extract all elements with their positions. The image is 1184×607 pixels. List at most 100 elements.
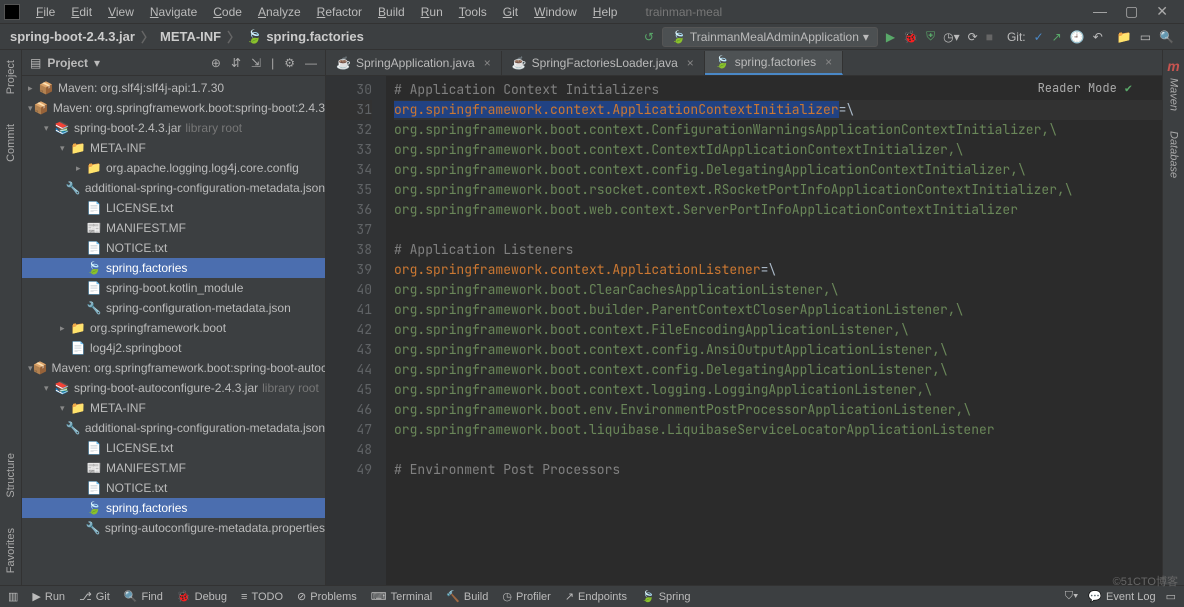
tool-windows-icon[interactable]: ▥ — [8, 590, 18, 603]
open-icon[interactable]: 📁 — [1117, 30, 1132, 44]
editor-tab[interactable]: 🍃spring.factories× — [705, 51, 843, 75]
breadcrumb-part[interactable]: META-INF — [160, 29, 221, 44]
tool-favorites[interactable]: Favorites — [5, 528, 17, 573]
tree-row[interactable]: 📄LICENSE.txt — [22, 198, 325, 218]
status-debug[interactable]: 🐞Debug — [177, 590, 227, 603]
tree-row[interactable]: 📄LICENSE.txt — [22, 438, 325, 458]
expand-icon[interactable]: ⇲ — [251, 56, 261, 70]
tree-row[interactable]: ▾📚spring-boot-autoconfigure-2.4.3.jarlib… — [22, 378, 325, 398]
stop-icon[interactable]: ■ — [986, 30, 993, 44]
status-find[interactable]: 🔍Find — [124, 590, 163, 603]
shield-icon[interactable]: ⛉▾ — [1065, 590, 1079, 603]
status-terminal[interactable]: ⌨Terminal — [371, 590, 432, 603]
tree-row[interactable]: 📰MANIFEST.MF — [22, 458, 325, 478]
git-history-icon[interactable]: 🕘 — [1070, 30, 1085, 44]
menu-tools[interactable]: Tools — [451, 5, 495, 19]
menu-build[interactable]: Build — [370, 5, 413, 19]
menu-view[interactable]: View — [100, 5, 142, 19]
reader-mode-banner[interactable]: Reader Mode ✔ — [1038, 80, 1132, 96]
debug-icon[interactable]: 🐞 — [903, 30, 918, 44]
menu-run[interactable]: Run — [413, 5, 451, 19]
menu-git[interactable]: Git — [495, 5, 526, 19]
tree-row[interactable]: ▾📁META-INF — [22, 398, 325, 418]
git-update-icon[interactable]: ✓ — [1034, 30, 1044, 44]
close-icon[interactable]: ✕ — [1156, 3, 1168, 20]
breadcrumb-part[interactable]: spring.factories — [266, 29, 364, 44]
tree-row[interactable]: 📄log4j2.springboot — [22, 338, 325, 358]
tool-commit[interactable]: Commit — [5, 124, 17, 162]
status-endpoints[interactable]: ↗Endpoints — [565, 590, 627, 603]
coverage-icon[interactable]: ⛨ — [926, 29, 935, 44]
project-tree[interactable]: ▸📦Maven: org.slf4j:slf4j-api:1.7.30▾📦Mav… — [22, 76, 325, 585]
status-profiler[interactable]: ◷Profiler — [502, 590, 550, 603]
close-tab-icon[interactable]: × — [687, 56, 694, 70]
tree-row[interactable]: ▾📦Maven: org.springframework.boot:spring… — [22, 98, 325, 118]
status-indicator-icon[interactable]: ▭ — [1166, 590, 1176, 603]
leaf-icon: 🍃 — [246, 29, 262, 45]
tool-project[interactable]: Project — [5, 60, 17, 94]
menu-code[interactable]: Code — [205, 5, 250, 19]
layout-icon[interactable]: ▭ — [1140, 30, 1151, 44]
git-rollback-icon[interactable]: ↶ — [1093, 30, 1103, 44]
tree-row[interactable]: ▾📦Maven: org.springframework.boot:spring… — [22, 358, 325, 378]
tree-row[interactable]: 📄spring-boot.kotlin_module — [22, 278, 325, 298]
menu-file[interactable]: File — [28, 5, 63, 19]
target-icon[interactable]: ⊕ — [211, 56, 221, 70]
collapse-icon[interactable]: ⇵ — [231, 56, 241, 70]
menu-help[interactable]: Help — [585, 5, 626, 19]
breadcrumb[interactable]: spring-boot-2.4.3.jar 〉 META-INF 〉 🍃 spr… — [10, 27, 364, 46]
search-icon[interactable]: 🔍 — [1159, 30, 1174, 44]
menu-refactor[interactable]: Refactor — [309, 5, 370, 19]
status-spring[interactable]: 🍃Spring — [641, 590, 691, 603]
status-git[interactable]: ⎇Git — [79, 590, 110, 603]
chevron-down-icon[interactable]: ▾ — [94, 56, 100, 70]
run-config-select[interactable]: 🍃 TrainmanMealAdminApplication ▾ — [662, 27, 878, 47]
gear-icon[interactable]: ⚙ — [284, 56, 295, 70]
tree-row[interactable]: 🔧spring-configuration-metadata.json — [22, 298, 325, 318]
sync-icon[interactable]: ↺ — [644, 30, 654, 44]
editor-tab[interactable]: ☕SpringFactoriesLoader.java× — [502, 51, 705, 75]
tree-row[interactable]: ▾📚spring-boot-2.4.3.jarlibrary root — [22, 118, 325, 138]
breadcrumb-part[interactable]: spring-boot-2.4.3.jar — [10, 29, 135, 44]
tree-row[interactable]: ▸📁org.springframework.boot — [22, 318, 325, 338]
code-content[interactable]: # Application Context Initializersorg.sp… — [386, 76, 1162, 585]
menu-edit[interactable]: Edit — [63, 5, 100, 19]
close-tab-icon[interactable]: × — [484, 56, 491, 70]
profiler-icon[interactable]: ◷▾ — [943, 30, 960, 44]
close-tab-icon[interactable]: × — [825, 55, 832, 69]
panel-title[interactable]: Project — [47, 56, 88, 70]
minimize-icon[interactable]: — — [1093, 3, 1107, 20]
tree-row[interactable]: 📄NOTICE.txt — [22, 238, 325, 258]
tool-structure[interactable]: Structure — [5, 453, 17, 498]
menu-analyze[interactable]: Analyze — [250, 5, 309, 19]
status-run[interactable]: ▶Run — [32, 590, 65, 603]
tree-row[interactable]: ▾📁META-INF — [22, 138, 325, 158]
tool-database[interactable]: Database — [1168, 131, 1180, 178]
tree-row[interactable]: 📄NOTICE.txt — [22, 478, 325, 498]
tool-maven[interactable]: Maven — [1168, 78, 1180, 111]
tree-row[interactable]: 🍃spring.factories — [22, 258, 325, 278]
menu-navigate[interactable]: Navigate — [142, 5, 205, 19]
menu-window[interactable]: Window — [526, 5, 585, 19]
check-icon[interactable]: ✔ — [1125, 80, 1132, 96]
status-build[interactable]: 🔨Build — [446, 590, 488, 603]
status-todo[interactable]: ≡TODO — [241, 590, 283, 603]
maximize-icon[interactable]: ▢ — [1125, 3, 1138, 20]
tree-row[interactable]: 🔧additional-spring-configuration-metadat… — [22, 178, 325, 198]
editor-tab[interactable]: ☕SpringApplication.java× — [326, 51, 502, 75]
maven-m-icon[interactable]: m — [1167, 58, 1179, 74]
event-log-button[interactable]: 💬 Event Log — [1088, 590, 1155, 603]
git-push-icon[interactable]: ↗ — [1052, 30, 1062, 44]
editor-body[interactable]: Reader Mode ✔ 30313233343536373839404142… — [326, 76, 1162, 585]
tree-row[interactable]: 🔧additional-spring-configuration-metadat… — [22, 418, 325, 438]
app-logo-icon — [4, 4, 20, 20]
hide-icon[interactable]: — — [305, 56, 317, 70]
run-icon[interactable]: ▶ — [886, 30, 895, 44]
tree-row[interactable]: ▸📁org.apache.logging.log4j.core.config — [22, 158, 325, 178]
tree-row[interactable]: 🔧spring-autoconfigure-metadata.propertie… — [22, 518, 325, 538]
attach-icon[interactable]: ⟳ — [968, 30, 978, 44]
tree-row[interactable]: 📰MANIFEST.MF — [22, 218, 325, 238]
tree-row[interactable]: 🍃spring.factories — [22, 498, 325, 518]
tree-row[interactable]: ▸📦Maven: org.slf4j:slf4j-api:1.7.30 — [22, 78, 325, 98]
status-problems[interactable]: ⊘Problems — [297, 590, 357, 603]
